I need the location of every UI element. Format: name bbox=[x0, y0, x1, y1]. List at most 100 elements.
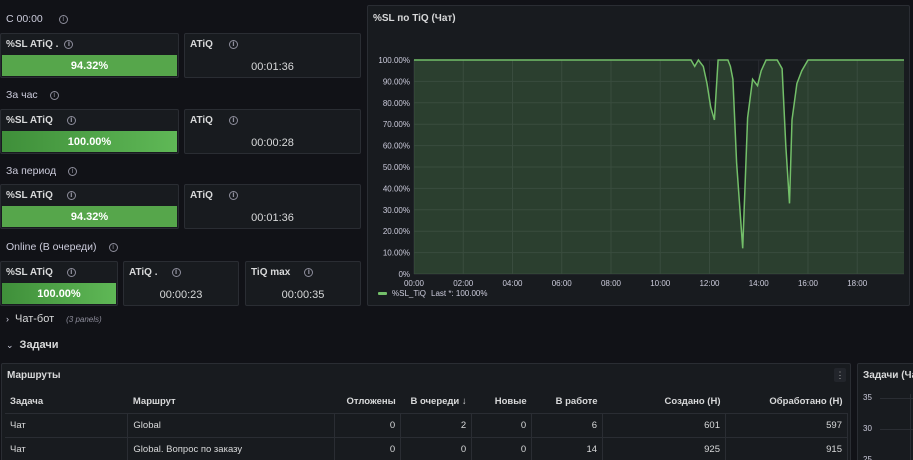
table-cell: 0 bbox=[400, 437, 473, 460]
y-tick-label: 25 bbox=[863, 455, 872, 460]
y-tick-label: 40.00% bbox=[383, 184, 410, 193]
stat-value: 100.00% bbox=[2, 131, 177, 152]
stat-panel-online-sl: %SL ATiQ i 100.00% bbox=[0, 261, 118, 306]
column-header[interactable]: Обработано (Н) bbox=[725, 390, 848, 414]
legend-swatch bbox=[378, 292, 387, 295]
y-tick-label: 0% bbox=[398, 270, 410, 279]
stat-panel-hour-sl: %SL ATiQ i 100.00% bbox=[0, 109, 179, 154]
x-tick-label: 02:00 bbox=[453, 279, 474, 288]
info-icon[interactable]: i bbox=[228, 116, 238, 125]
y-tick-label: 30.00% bbox=[383, 206, 410, 215]
chevron-right-icon: › bbox=[6, 314, 9, 324]
x-tick-label: 16:00 bbox=[798, 279, 819, 288]
row-title-today: С 00:00 i bbox=[6, 13, 68, 25]
y-tick-label: 80.00% bbox=[383, 99, 410, 108]
y-tick-label: 30 bbox=[863, 424, 872, 433]
table-cell: 915 bbox=[725, 437, 848, 460]
table-cell: 925 bbox=[602, 437, 726, 460]
stat-value: 94.32% bbox=[2, 206, 177, 227]
info-icon[interactable]: i bbox=[228, 40, 238, 49]
stat-value: 00:00:35 bbox=[281, 289, 325, 301]
info-icon[interactable]: i bbox=[108, 242, 118, 252]
stat-value: 00:00:28 bbox=[251, 137, 294, 149]
row-title-hour: За час i bbox=[6, 89, 59, 101]
table-cell: Global bbox=[127, 413, 336, 438]
stat-value: 00:01:36 bbox=[251, 212, 294, 224]
sl-chart-panel: %SL по TiQ (Чат) 0% 10.00% 20.00% 30.00% 40.… bbox=[367, 5, 910, 306]
legend-label: %SL_TiQ bbox=[392, 289, 426, 298]
column-header[interactable]: В работе bbox=[531, 390, 603, 414]
stat-value: 94.32% bbox=[2, 55, 177, 76]
tasks-panel: Задачи (Ча 35 30 25 bbox=[857, 363, 913, 460]
column-header-sorted[interactable]: В очереди ↓ bbox=[400, 390, 472, 414]
column-header[interactable]: Создано (Н) bbox=[602, 390, 726, 414]
sl-chart[interactable]: 0% 10.00% 20.00% 30.00% 40.00% 50.00% 60.00% 70… bbox=[368, 6, 911, 307]
stat-panel-today-atiq: ATiQ i 00:01:36 bbox=[184, 33, 361, 78]
routes-title: Маршруты bbox=[7, 370, 61, 381]
info-icon[interactable]: i bbox=[49, 90, 59, 100]
x-tick-label: 10:00 bbox=[650, 279, 671, 288]
table-cell: 601 bbox=[602, 413, 726, 438]
row-title-online: Online (В очереди) i bbox=[6, 241, 118, 253]
y-tick-label: 50.00% bbox=[383, 163, 410, 172]
tasks-title: Задачи (Ча bbox=[863, 370, 913, 381]
column-header[interactable]: Маршрут bbox=[127, 390, 335, 414]
y-tick-label: 90.00% bbox=[383, 77, 410, 86]
stat-panel-online-atiq: ATiQ .i 00:00:23 bbox=[123, 261, 239, 306]
column-header[interactable]: Задача bbox=[5, 390, 128, 414]
info-icon[interactable]: i bbox=[64, 40, 74, 49]
y-tick-label: 20.00% bbox=[383, 227, 410, 236]
row-tasks[interactable]: ⌄ Задачи bbox=[6, 339, 59, 351]
table-cell: Чат bbox=[5, 437, 129, 460]
y-axis-line bbox=[910, 394, 911, 460]
info-icon[interactable]: i bbox=[304, 268, 314, 277]
stat-panel-period-atiq: ATiQ i 00:01:36 bbox=[184, 184, 361, 229]
stat-value: 100.00% bbox=[2, 283, 116, 304]
x-tick-label: 04:00 bbox=[502, 279, 523, 288]
legend-last-value: Last *: 100.00% bbox=[431, 289, 487, 298]
stat-panel-hour-atiq: ATiQ i 00:00:28 bbox=[184, 109, 361, 154]
y-tick-label: 35 bbox=[863, 393, 872, 402]
table-cell: Global. Вопрос по заказу bbox=[127, 437, 336, 460]
stat-value: 00:01:36 bbox=[251, 61, 294, 73]
info-icon[interactable]: i bbox=[58, 14, 68, 24]
stat-panel-online-tiqmax: TiQ max i 00:00:35 bbox=[245, 261, 361, 306]
stat-panel-today-sl: %SL ATiQ .i 94.32% bbox=[0, 33, 179, 78]
info-icon[interactable]: i bbox=[66, 116, 76, 125]
table-row: Чат Global. Вопрос по заказу 0 0 0 14 92… bbox=[5, 437, 848, 460]
stat-panel-period-sl: %SL ATiQ i 94.32% bbox=[0, 184, 179, 229]
grid-line bbox=[880, 398, 913, 399]
chevron-down-icon: ⌄ bbox=[6, 339, 14, 350]
row-chatbot[interactable]: › Чат-бот (3 panels) bbox=[6, 313, 102, 325]
table-row: Чат Global 0 2 0 6 601 597 bbox=[5, 413, 848, 438]
kebab-menu-icon[interactable]: ⋮ bbox=[834, 368, 846, 382]
table-cell: 6 bbox=[531, 413, 604, 438]
column-header[interactable]: Отложены bbox=[334, 390, 401, 414]
y-tick-label: 10.00% bbox=[383, 249, 410, 258]
arrow-down-icon: ↓ bbox=[461, 396, 467, 407]
x-tick-label: 08:00 bbox=[601, 279, 622, 288]
x-tick-label: 14:00 bbox=[749, 279, 770, 288]
series-area bbox=[414, 60, 904, 274]
info-icon[interactable]: i bbox=[66, 268, 76, 277]
x-tick-label: 18:00 bbox=[847, 279, 868, 288]
y-tick-label: 100.00% bbox=[378, 56, 410, 65]
stat-value: 00:00:23 bbox=[159, 289, 203, 301]
routes-table: Задача Маршрут Отложены В очереди ↓ Новы… bbox=[5, 390, 848, 460]
table-cell: 0 bbox=[471, 413, 533, 438]
info-icon[interactable]: i bbox=[171, 268, 181, 277]
info-icon[interactable]: i bbox=[66, 191, 76, 200]
grid-line bbox=[880, 429, 913, 430]
table-cell: 597 bbox=[725, 413, 848, 438]
y-tick-label: 60.00% bbox=[383, 142, 410, 151]
info-icon[interactable]: i bbox=[228, 191, 238, 200]
x-tick-label: 12:00 bbox=[699, 279, 720, 288]
table-cell: Чат bbox=[5, 413, 129, 438]
table-header-row: Задача Маршрут Отложены В очереди ↓ Новы… bbox=[5, 390, 848, 414]
column-header[interactable]: Новые bbox=[471, 390, 532, 414]
x-tick-label: 06:00 bbox=[552, 279, 573, 288]
info-icon[interactable]: i bbox=[68, 166, 78, 176]
table-cell: 14 bbox=[531, 437, 604, 460]
y-tick-label: 70.00% bbox=[383, 120, 410, 129]
table-cell: 0 bbox=[471, 437, 533, 460]
